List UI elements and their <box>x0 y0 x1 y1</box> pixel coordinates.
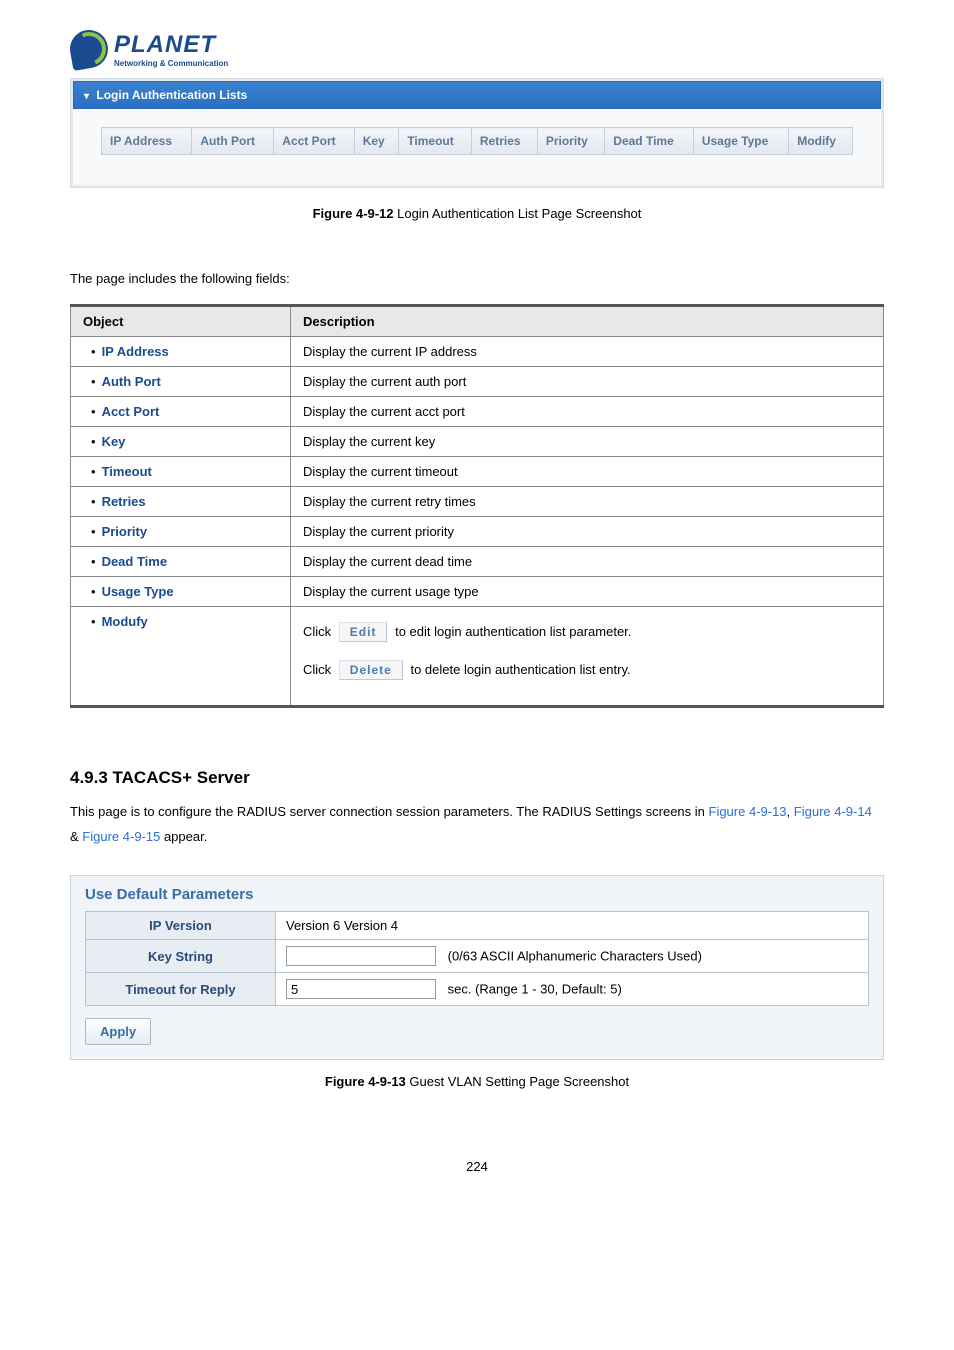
section-heading: 4.9.3 TACACS+ Server <box>70 768 884 788</box>
col-key: Key <box>354 128 399 155</box>
table-row: •Acct PortDisplay the current acct port <box>71 397 884 427</box>
row-key-string: Key String (0/63 ASCII Alphanumeric Char… <box>86 940 869 973</box>
col-deadtime: Dead Time <box>605 128 694 155</box>
link-fig-4-9-13[interactable]: Figure 4-9-13 <box>709 804 787 819</box>
apply-button[interactable]: Apply <box>85 1018 151 1045</box>
label-timeout: Timeout for Reply <box>86 973 276 1006</box>
panel-header[interactable]: ▾ Login Authentication Lists <box>73 81 881 109</box>
table-row-modify: •Modufy Click Edit to edit login authent… <box>71 607 884 707</box>
param-panel-title: Use Default Parameters <box>71 876 883 911</box>
col-modify: Modify <box>789 128 853 155</box>
col-priority: Priority <box>537 128 604 155</box>
table-row: •PriorityDisplay the current priority <box>71 517 884 547</box>
use-default-parameters-panel: Use Default Parameters IP Version Versio… <box>70 875 884 1060</box>
timeout-input[interactable] <box>286 979 436 999</box>
desc-head-description: Description <box>291 306 884 337</box>
col-retries: Retries <box>471 128 537 155</box>
col-usagetype: Usage Type <box>693 128 788 155</box>
login-auth-panel: ▾ Login Authentication Lists IP Address … <box>70 78 884 188</box>
row-ip-version: IP Version Version 6 Version 4 <box>86 912 869 940</box>
col-acctport: Acct Port <box>274 128 354 155</box>
col-authport: Auth Port <box>192 128 274 155</box>
panel-title: Login Authentication Lists <box>96 88 247 102</box>
timeout-hint: sec. (Range 1 - 30, Default: 5) <box>448 982 622 997</box>
link-fig-4-9-15[interactable]: Figure 4-9-15 <box>82 829 160 844</box>
table-row: •TimeoutDisplay the current timeout <box>71 457 884 487</box>
key-string-hint: (0/63 ASCII Alphanumeric Characters Used… <box>448 949 702 964</box>
description-table: Object Description •IP AddressDisplay th… <box>70 304 884 708</box>
row-timeout: Timeout for Reply sec. (Range 1 - 30, De… <box>86 973 869 1006</box>
logo-name: PLANET <box>114 31 228 59</box>
col-ip: IP Address <box>102 128 192 155</box>
auth-list-table: IP Address Auth Port Acct Port Key Timeo… <box>101 127 853 155</box>
link-fig-4-9-14[interactable]: Figure 4-9-14 <box>794 804 872 819</box>
table-row: •Auth PortDisplay the current auth port <box>71 367 884 397</box>
figure-caption-2: Figure 4-9-13 Guest VLAN Setting Page Sc… <box>70 1074 884 1089</box>
planet-logo-icon <box>67 27 111 71</box>
figure-caption-1: Figure 4-9-12 Login Authentication List … <box>70 206 884 221</box>
delete-button[interactable]: Delete <box>339 660 403 680</box>
table-row: •Usage TypeDisplay the current usage typ… <box>71 577 884 607</box>
logo: PLANET Networking & Communication <box>70 30 884 68</box>
table-row: •KeyDisplay the current key <box>71 427 884 457</box>
desc-head-object: Object <box>71 306 291 337</box>
table-row: •IP AddressDisplay the current IP addres… <box>71 337 884 367</box>
section-paragraph: This page is to configure the RADIUS ser… <box>70 800 884 849</box>
page-number: 224 <box>70 1159 884 1174</box>
logo-sub: Networking & Communication <box>114 59 228 68</box>
chevron-down-icon: ▾ <box>84 91 89 102</box>
table-row: •Dead TimeDisplay the current dead time <box>71 547 884 577</box>
label-ip-version: IP Version <box>86 912 276 940</box>
label-key-string: Key String <box>86 940 276 973</box>
value-ip-version: Version 6 Version 4 <box>276 912 869 940</box>
key-string-input[interactable] <box>286 946 436 966</box>
edit-button[interactable]: Edit <box>339 622 388 642</box>
table-row: •RetriesDisplay the current retry times <box>71 487 884 517</box>
col-timeout: Timeout <box>399 128 472 155</box>
intro-text: The page includes the following fields: <box>70 271 884 286</box>
